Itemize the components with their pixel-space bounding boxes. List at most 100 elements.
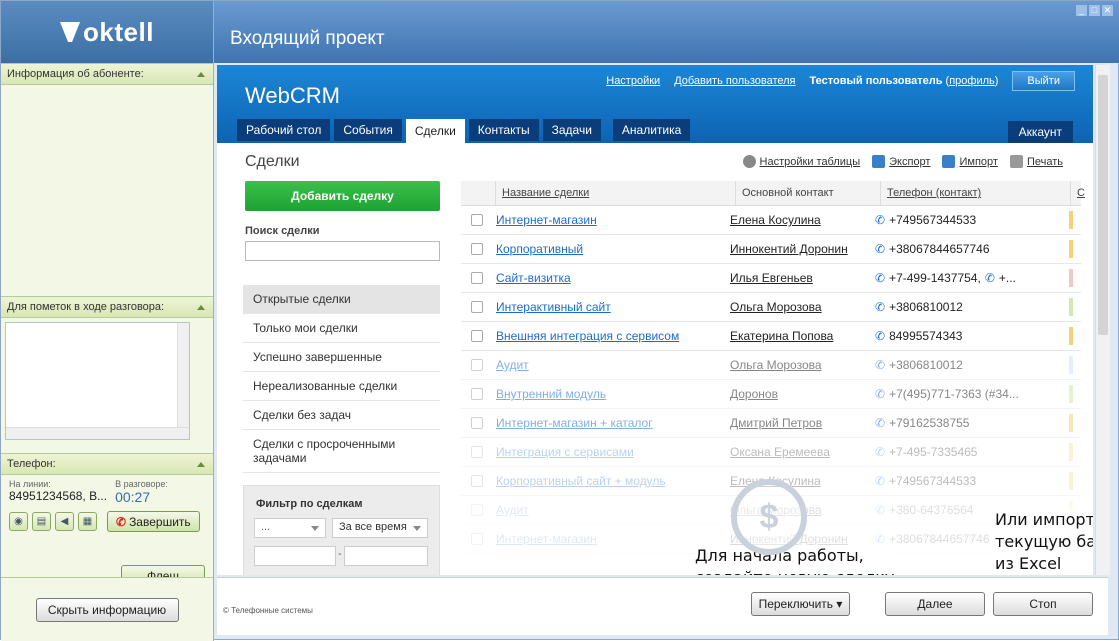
column-header-phone[interactable]: Телефон (контакт) bbox=[881, 181, 1071, 205]
menu-item-mine[interactable]: Только мои сделки bbox=[243, 314, 440, 343]
tab-analytics[interactable]: Аналитика bbox=[612, 119, 691, 141]
row-checkbox[interactable] bbox=[471, 417, 483, 429]
phone-icon[interactable]: ✆ bbox=[875, 503, 885, 517]
table-row[interactable]: Внутренний модуль Доронов ✆ +7(495)771-7363… bbox=[461, 380, 1081, 409]
row-checkbox[interactable] bbox=[471, 475, 483, 487]
deal-name-link[interactable]: Внутренний модуль bbox=[496, 387, 730, 401]
menu-item-open[interactable]: Открытые сделки bbox=[243, 285, 440, 314]
tab-account[interactable]: Аккаунт bbox=[1007, 121, 1073, 143]
phone-number[interactable]: +3806810012 bbox=[889, 358, 963, 372]
deal-name-link[interactable]: Внешняя интеграция с сервисом bbox=[496, 329, 730, 343]
phone-icon[interactable]: ✆ bbox=[875, 242, 885, 256]
contact-link[interactable]: Дмитрий Петров bbox=[730, 416, 875, 430]
table-settings-action[interactable]: Настройки таблицы bbox=[742, 155, 860, 168]
menu-item-overdue[interactable]: Сделки с просроченными задачами bbox=[243, 430, 440, 473]
contact-link[interactable]: Ольга Морозова bbox=[730, 358, 875, 372]
column-header-extra[interactable]: С bbox=[1071, 181, 1085, 205]
phone-icon[interactable]: ✆ bbox=[875, 445, 885, 459]
phone-icon[interactable]: ✆ bbox=[875, 271, 885, 285]
table-row[interactable]: Интерактивный сайт Ольга Морозова ✆ +380681… bbox=[461, 293, 1081, 322]
tab-contacts[interactable]: Контакты bbox=[468, 119, 539, 141]
phone-icon[interactable]: ✆ bbox=[875, 300, 885, 314]
minimize-icon[interactable]: _ bbox=[1076, 5, 1087, 16]
row-checkbox[interactable] bbox=[471, 214, 483, 226]
deal-name-link[interactable]: Корпоративный bbox=[496, 242, 730, 256]
phone-more[interactable]: +... bbox=[999, 271, 1016, 285]
column-header-name[interactable]: Название сделки bbox=[496, 181, 736, 205]
table-row[interactable]: Интернет-магазин + каталог Дмитрий Петров… bbox=[461, 409, 1081, 438]
column-header-contact[interactable]: Основной контакт bbox=[736, 181, 881, 205]
contact-link[interactable]: Екатерина Попова bbox=[730, 329, 875, 343]
add-deal-button[interactable]: Добавить сделку bbox=[245, 181, 440, 211]
deal-name-link[interactable]: Интернет-магазин + каталог bbox=[496, 416, 730, 430]
exit-button[interactable]: Выйти bbox=[1012, 71, 1075, 91]
deal-name-link[interactable]: Сайт-визитка bbox=[496, 271, 730, 285]
collapse-icon[interactable] bbox=[197, 304, 205, 310]
contact-link[interactable]: Илья Евгеньев bbox=[730, 271, 875, 285]
search-input[interactable] bbox=[245, 241, 440, 261]
deal-name-link[interactable]: Интерактивный сайт bbox=[496, 300, 730, 314]
close-icon[interactable]: ✕ bbox=[1102, 5, 1113, 16]
table-row[interactable]: Интернет-магазин Елена Косулина ✆ +74956734… bbox=[461, 206, 1081, 235]
table-row[interactable]: Интеграция с сервисами Оксана Еремеева ✆ +7… bbox=[461, 438, 1081, 467]
row-checkbox[interactable] bbox=[471, 359, 483, 371]
phone-number[interactable]: +749567344533 bbox=[889, 474, 976, 488]
phone-icon[interactable]: ✆ bbox=[875, 474, 885, 488]
row-checkbox[interactable] bbox=[471, 504, 483, 516]
phone-icon[interactable]: ✆ bbox=[875, 416, 885, 430]
phone-icon[interactable]: ✆ bbox=[875, 358, 885, 372]
deal-name-link[interactable]: Интеграция с сервисами bbox=[496, 445, 730, 459]
notes-textarea[interactable] bbox=[5, 322, 190, 440]
tab-desktop[interactable]: Рабочий стол bbox=[237, 119, 331, 141]
phone-number[interactable]: +7(495)771-7363 (#34... bbox=[889, 387, 1019, 401]
maximize-icon[interactable]: □ bbox=[1089, 5, 1100, 16]
deal-name-link[interactable]: Корпоративный сайт + модуль bbox=[496, 474, 730, 488]
phone-number[interactable]: +749567344533 bbox=[889, 213, 976, 227]
phone-icon[interactable]: ✆ bbox=[875, 329, 885, 343]
deal-name-link[interactable]: Аудит bbox=[496, 503, 730, 517]
contact-link[interactable]: Доронов bbox=[730, 387, 875, 401]
keypad-icon[interactable]: ▦ bbox=[78, 512, 97, 531]
phone-number[interactable]: +79162538755 bbox=[889, 416, 969, 430]
add-user-link[interactable]: Добавить пользователя bbox=[674, 75, 795, 87]
row-checkbox[interactable] bbox=[471, 243, 483, 255]
document-icon[interactable]: ▤ bbox=[32, 512, 51, 531]
deal-name-link[interactable]: Интернет-магазин bbox=[496, 213, 730, 227]
table-row[interactable]: Корпоративный Иннокентий Доронин ✆ +3806784… bbox=[461, 235, 1081, 264]
settings-link[interactable]: Настройки bbox=[606, 75, 660, 87]
collapse-icon[interactable] bbox=[197, 461, 205, 467]
menu-item-lost[interactable]: Нереализованные сделки bbox=[243, 372, 440, 401]
phone-number[interactable]: +3806810012 bbox=[889, 300, 963, 314]
stop-button[interactable]: Стоп bbox=[993, 592, 1093, 616]
deal-name-link[interactable]: Аудит bbox=[496, 358, 730, 372]
row-checkbox[interactable] bbox=[471, 533, 483, 545]
contact-link[interactable]: Елена Косулина bbox=[730, 213, 875, 227]
mute-icon[interactable]: ◀ bbox=[55, 512, 74, 531]
phone-number[interactable]: +380-64376564 bbox=[889, 503, 973, 517]
tab-tasks[interactable]: Задачи bbox=[542, 119, 601, 141]
end-call-button[interactable]: ✆ Завершить bbox=[107, 511, 200, 532]
phone-number[interactable]: +38067844657746 bbox=[889, 532, 989, 546]
contact-link[interactable]: Ольга Морозова bbox=[730, 300, 875, 314]
notes-section-header[interactable]: Для пометок в ходе разговора: bbox=[1, 296, 213, 318]
tab-events[interactable]: События bbox=[334, 119, 402, 141]
hide-info-button[interactable]: Скрыть информацию bbox=[35, 597, 179, 622]
scrollbar-thumb[interactable] bbox=[1098, 75, 1108, 335]
row-checkbox[interactable] bbox=[471, 330, 483, 342]
table-row[interactable]: Сайт-визитка Илья Евгеньев ✆ +7-499-1437754… bbox=[461, 264, 1081, 293]
phone-number[interactable]: +7-495-7335465 bbox=[889, 445, 977, 459]
info-section-header[interactable]: Информация об абоненте: bbox=[1, 63, 213, 85]
phone-icon[interactable]: ✆ bbox=[875, 532, 885, 546]
phone-section-header[interactable]: Телефон: bbox=[1, 453, 213, 475]
phone-icon[interactable]: ✆ bbox=[985, 271, 995, 285]
menu-item-no-tasks[interactable]: Сделки без задач bbox=[243, 401, 440, 430]
export-action[interactable]: Экспорт bbox=[872, 155, 930, 168]
deal-name-link[interactable]: Интернет-магазин bbox=[496, 532, 730, 546]
tab-deals[interactable]: Сделки bbox=[405, 119, 465, 143]
menu-item-won[interactable]: Успешно завершенные bbox=[243, 343, 440, 372]
contact-link[interactable]: Оксана Еремеева bbox=[730, 445, 875, 459]
phone-number[interactable]: +7-499-1437754, bbox=[889, 271, 981, 285]
row-checkbox[interactable] bbox=[471, 446, 483, 458]
record-icon[interactable]: ◉ bbox=[9, 512, 28, 531]
phone-number[interactable]: +38067844657746 bbox=[889, 242, 989, 256]
